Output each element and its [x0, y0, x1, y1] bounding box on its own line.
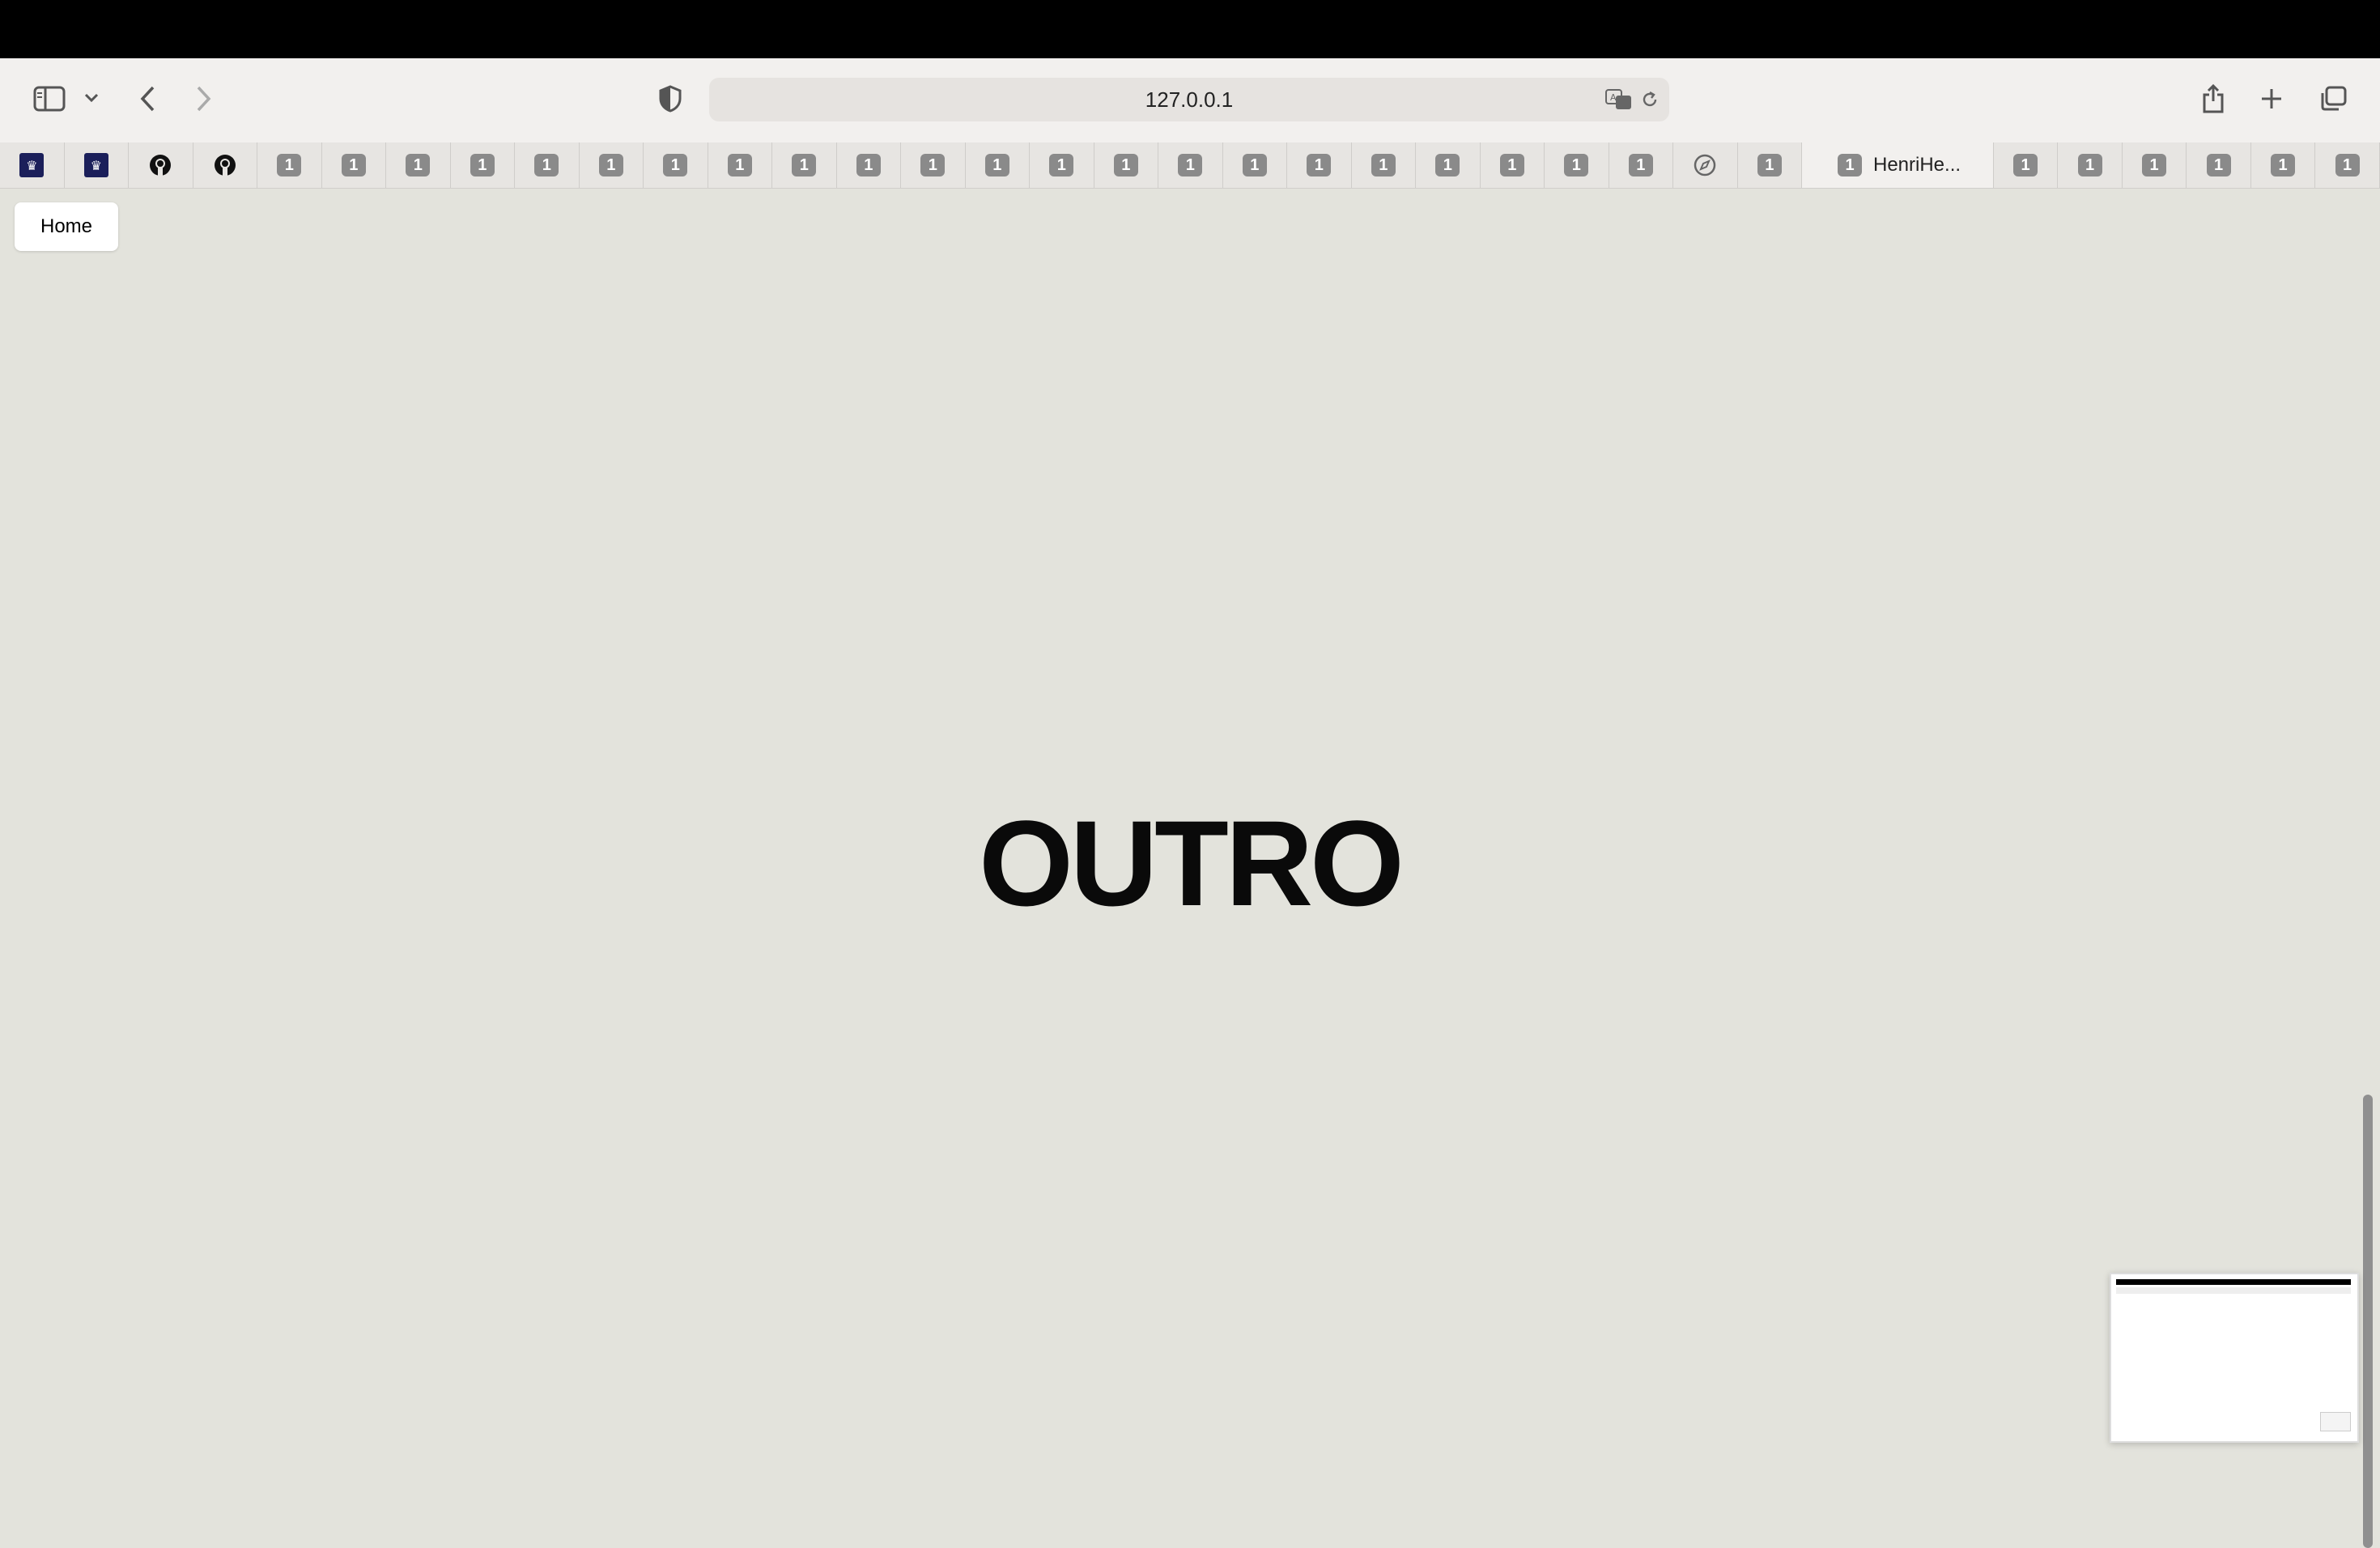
browser-tab[interactable]: 1 [1609, 142, 1673, 188]
browser-tab[interactable]: 1 [772, 142, 837, 188]
tab-badge-icon: 1 [1049, 154, 1074, 176]
browser-tab[interactable]: 1 [1545, 142, 1609, 188]
github-icon [214, 155, 236, 176]
tab-badge-icon: 1 [1371, 154, 1396, 176]
browser-tab[interactable]: ♛ [0, 142, 65, 188]
tab-badge-icon: 1 [598, 154, 623, 176]
browser-tab[interactable]: 1 [1223, 142, 1287, 188]
tab-badge-icon: 1 [406, 154, 431, 176]
sidebar-toggle-icon[interactable] [31, 81, 68, 117]
translate-icon[interactable]: A [1604, 87, 1634, 112]
scrollbar[interactable] [2363, 1095, 2373, 1548]
share-icon[interactable] [2197, 78, 2229, 118]
url-text: 127.0.0.1 [1145, 87, 1234, 112]
screenshot-preview-thumbnail[interactable] [2110, 1273, 2359, 1443]
forward-icon[interactable] [188, 81, 220, 117]
browser-tab[interactable]: 1 [2123, 142, 2187, 188]
browser-tab[interactable]: 1 HenriHe... [1802, 142, 1994, 188]
back-icon[interactable] [131, 81, 164, 117]
tab-badge-icon: 1 [1242, 154, 1267, 176]
browser-tab[interactable]: 1 [451, 142, 515, 188]
browser-tab[interactable]: 1 [1158, 142, 1223, 188]
browser-tab[interactable] [193, 142, 257, 188]
browser-tab[interactable]: 1 [901, 142, 966, 188]
browser-tab[interactable]: ♛ [65, 142, 129, 188]
tab-bar: ♛ ♛ 1 1 1 1 1 1 1 1 1 1 1 1 1 1 1 1 1 1 1 1 1 1 1 1 HenriHe... 1 1 1 1… [0, 142, 2380, 189]
compass-icon [1694, 154, 1716, 176]
preview-tabs [2116, 1287, 2351, 1294]
tab-badge-icon: 1 [2335, 154, 2360, 176]
tab-overview-icon[interactable] [2317, 83, 2349, 115]
new-tab-icon[interactable] [2255, 83, 2288, 115]
tab-badge-icon: 1 [277, 154, 302, 176]
tab-badge-icon: 1 [2206, 154, 2231, 176]
browser-tab[interactable]: 1 [386, 142, 451, 188]
svg-text:A: A [1610, 92, 1617, 103]
tab-badge-icon: 1 [1113, 154, 1138, 176]
tab-badge-icon: 1 [856, 154, 881, 176]
browser-tab[interactable]: 1 [1287, 142, 1352, 188]
browser-tab[interactable] [1673, 142, 1738, 188]
browser-tab[interactable]: 1 [1094, 142, 1158, 188]
tab-badge-icon: 1 [1178, 154, 1203, 176]
tab-badge-icon: 1 [470, 154, 495, 176]
privacy-shield-icon[interactable] [654, 83, 686, 115]
tab-badge-icon: 1 [2013, 154, 2038, 176]
browser-tab[interactable]: 1 [2187, 142, 2251, 188]
tab-badge-icon: 1 [341, 154, 366, 176]
tab-badge-icon: 1 [1307, 154, 1332, 176]
browser-tab[interactable]: 1 [1352, 142, 1416, 188]
tab-badge-icon: 1 [2142, 154, 2167, 176]
tab-badge-icon: 1 [792, 154, 817, 176]
browser-tab[interactable]: 1 [1030, 142, 1094, 188]
preview-menubar [2116, 1279, 2351, 1285]
chevron-down-icon[interactable] [81, 87, 102, 108]
home-button[interactable]: Home [15, 202, 118, 251]
browser-tab[interactable]: 1 [1738, 142, 1802, 188]
browser-tab[interactable]: 1 [515, 142, 580, 188]
preview-button [2320, 1412, 2351, 1431]
browser-tab[interactable]: 1 [837, 142, 901, 188]
browser-tab[interactable]: 1 [2315, 142, 2380, 188]
browser-tab[interactable]: 1 [708, 142, 772, 188]
tab-badge-icon: 1 [2271, 154, 2296, 176]
address-bar[interactable]: 127.0.0.1 A [709, 78, 1669, 121]
site-favicon-icon: ♛ [19, 153, 45, 177]
tab-badge-icon: 1 [920, 154, 946, 176]
tab-badge-icon: 1 [663, 154, 688, 176]
tab-title: HenriHe... [1873, 154, 1961, 176]
browser-tab[interactable]: 1 [966, 142, 1030, 188]
github-icon [150, 155, 172, 176]
tab-badge-icon: 1 [1435, 154, 1460, 176]
tab-badge-icon: 1 [1838, 154, 1862, 176]
tab-badge-icon: 1 [727, 154, 752, 176]
browser-tab[interactable]: 1 [322, 142, 386, 188]
browser-tab[interactable]: 1 [257, 142, 322, 188]
tab-badge-icon: 1 [534, 154, 559, 176]
browser-tab[interactable]: 1 [1481, 142, 1545, 188]
tab-badge-icon: 1 [2077, 154, 2102, 176]
tab-badge-icon: 1 [1628, 154, 1653, 176]
menu-bar [0, 0, 2380, 58]
browser-tab[interactable]: 1 [644, 142, 708, 188]
tab-badge-icon: 1 [1757, 154, 1782, 176]
tab-badge-icon: 1 [1499, 154, 1524, 176]
site-favicon-icon: ♛ [83, 153, 108, 177]
browser-tab[interactable]: 1 [1994, 142, 2059, 188]
browser-tab[interactable]: 1 [2251, 142, 2316, 188]
tab-badge-icon: 1 [1564, 154, 1589, 176]
browser-tab[interactable]: 1 [580, 142, 644, 188]
reload-icon[interactable] [1638, 88, 1661, 111]
browser-tab[interactable]: 1 [1416, 142, 1481, 188]
browser-tab[interactable]: 1 [2058, 142, 2123, 188]
page-title: OUTRO [979, 795, 1405, 931]
browser-tab[interactable] [129, 142, 193, 188]
tab-badge-icon: 1 [984, 154, 1009, 176]
